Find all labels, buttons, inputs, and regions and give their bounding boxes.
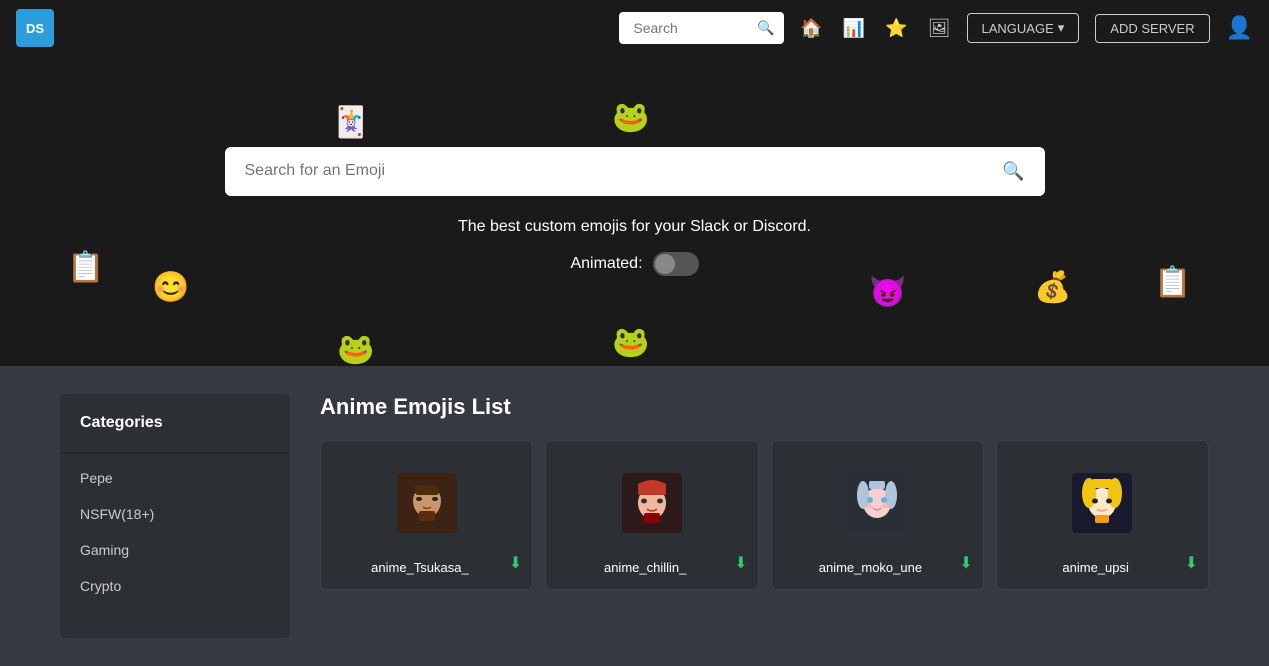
emoji-card-moko: anime_moko_une ⬇ <box>771 440 984 590</box>
chevron-down-icon: ▾ <box>1058 20 1065 36</box>
add-server-button[interactable]: ADD SERVER <box>1095 14 1209 43</box>
floating-emoji-3: 📋 <box>65 246 107 288</box>
emoji-list-title: Anime Emojis List <box>320 394 1209 420</box>
floating-emoji-4: 😊 <box>150 266 192 308</box>
navbar-icons: 🏠 📊 ⭐ 🖼 <box>800 18 950 39</box>
floating-emoji-5: 😈 <box>867 271 909 313</box>
sidebar-item-gaming[interactable]: Gaming <box>60 532 290 568</box>
star-icon[interactable]: ⭐ <box>885 18 907 39</box>
language-button[interactable]: LANGUAGE ▾ <box>967 13 1080 43</box>
emoji-card-footer-upsi: anime_upsi ⬇ <box>1007 550 1198 575</box>
stats-icon[interactable]: 📊 <box>843 18 865 39</box>
download-moko[interactable]: ⬇ <box>959 553 972 573</box>
floating-emoji-9: 🐸 <box>610 321 652 363</box>
sidebar-divider <box>60 452 290 454</box>
emoji-img-chillin <box>617 461 687 544</box>
emoji-card-footer-tsukasa: anime_Tsukasa_ ⬇ <box>331 550 522 575</box>
download-tsukasa[interactable]: ⬇ <box>509 553 522 573</box>
floating-emoji-8: 🐸 <box>335 328 377 366</box>
home-icon[interactable]: 🏠 <box>800 18 822 39</box>
main-content: Categories Pepe NSFW(18+) Gaming Crypto … <box>0 366 1269 666</box>
emoji-card-tsukasa: anime_Tsukasa_ ⬇ <box>320 440 533 590</box>
download-chillin[interactable]: ⬇ <box>734 553 747 573</box>
sidebar-item-pepe[interactable]: Pepe <box>60 460 290 496</box>
emoji-card-upsi: anime_upsi ⬇ <box>996 440 1209 590</box>
animated-toggle[interactable] <box>653 252 699 276</box>
emoji-img-upsi <box>1067 461 1137 544</box>
hero-search-icon: 🔍 <box>1002 161 1024 182</box>
emoji-list-section: Anime Emojis List anime_Tsuka <box>320 394 1209 638</box>
emoji-name-tsukasa: anime_Tsukasa_ <box>331 560 509 575</box>
navbar: DS 🔍 🏠 📊 ⭐ 🖼 LANGUAGE ▾ ADD SERVER 👤 <box>0 0 1269 56</box>
toggle-thumb <box>655 254 675 274</box>
emoji-name-upsi: anime_upsi <box>1007 560 1185 575</box>
hero-search-bar: 🔍 <box>225 147 1045 196</box>
hero-tagline: The best custom emojis for your Slack or… <box>458 218 811 236</box>
floating-emoji-2: 🐸 <box>610 96 652 138</box>
floating-emoji-6: 💰 <box>1032 266 1074 308</box>
emoji-img-tsukasa <box>392 461 462 544</box>
site-logo[interactable]: DS <box>16 9 54 47</box>
image-icon[interactable]: 🖼 <box>928 18 951 39</box>
download-upsi[interactable]: ⬇ <box>1185 553 1198 573</box>
navbar-search-container: 🔍 <box>619 12 784 44</box>
emoji-card-chillin: anime_chillin_ ⬇ <box>545 440 758 590</box>
emoji-grid: anime_Tsukasa_ ⬇ <box>320 440 1209 590</box>
emoji-card-footer-moko: anime_moko_une ⬇ <box>782 550 973 575</box>
floating-emoji-1: 🃏 <box>330 101 372 143</box>
user-icon[interactable]: 👤 <box>1226 15 1253 41</box>
hero-section: 🃏 🐸 📋 😊 😈 💰 📋 🐸 🐸 🔍 The best custom emoj… <box>0 56 1269 366</box>
emoji-name-chillin: anime_chillin_ <box>556 560 734 575</box>
floating-emoji-7: 📋 <box>1152 261 1194 303</box>
sidebar-item-nsfw[interactable]: NSFW(18+) <box>60 496 290 532</box>
emoji-name-moko: anime_moko_une <box>782 560 960 575</box>
hero-search-input[interactable] <box>245 162 1003 180</box>
animated-label: Animated: <box>570 255 642 273</box>
sidebar-item-crypto[interactable]: Crypto <box>60 568 290 604</box>
emoji-card-footer-chillin: anime_chillin_ ⬇ <box>556 550 747 575</box>
sidebar: Categories Pepe NSFW(18+) Gaming Crypto <box>60 394 290 638</box>
animated-toggle-row: Animated: <box>570 252 698 276</box>
emoji-img-moko <box>842 461 912 544</box>
sidebar-title: Categories <box>60 414 290 446</box>
navbar-search-icon: 🔍 <box>757 20 774 37</box>
